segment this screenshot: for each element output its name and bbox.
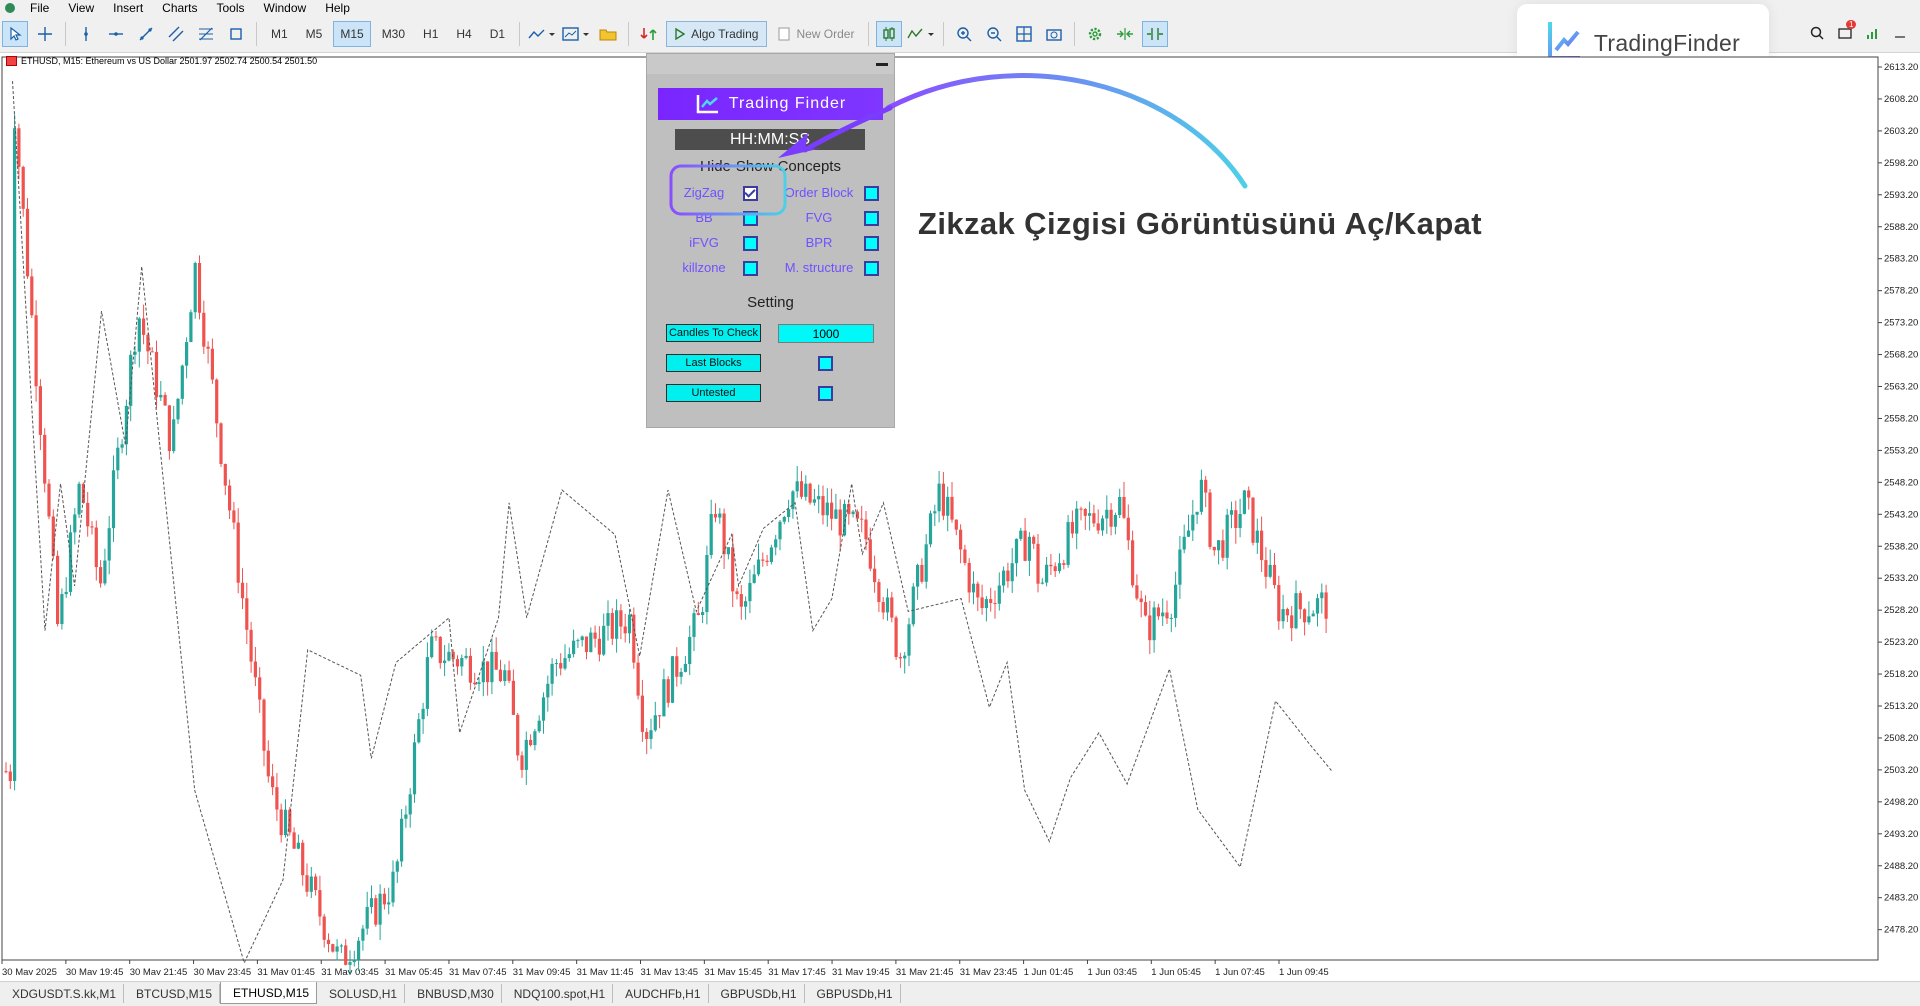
annotation-text: Zikzak Çizgisi Görüntüsünü Aç/Kapat bbox=[918, 206, 1483, 241]
tab-bnbusd[interactable]: BNBUSD,M30 bbox=[405, 984, 502, 1003]
tab-solusd[interactable]: SOLUSD,H1 bbox=[317, 984, 406, 1003]
tab-gbpusd-2[interactable]: GBPUSDb,H1 bbox=[805, 984, 901, 1003]
tab-ndq100[interactable]: NDQ100.spot,H1 bbox=[502, 984, 614, 1003]
tab-audchf[interactable]: AUDCHFb,H1 bbox=[613, 984, 709, 1003]
tab-gbpusd-1[interactable]: GBPUSDb,H1 bbox=[709, 984, 805, 1003]
annotation-arrow bbox=[885, 73, 1248, 189]
chart-tabs: XDGUSDT.S.kk,M1 BTCUSD,M15 ETHUSD,M15 SO… bbox=[0, 981, 1920, 1006]
annotation-overlay bbox=[669, 73, 1248, 216]
zigzag-highlight-box bbox=[669, 164, 787, 216]
tab-ethusd[interactable]: ETHUSD,M15 bbox=[220, 982, 318, 1004]
tab-xdgusdt[interactable]: XDGUSDT.S.kk,M1 bbox=[0, 984, 125, 1003]
tab-btcusd[interactable]: BTCUSD,M15 bbox=[124, 984, 221, 1003]
